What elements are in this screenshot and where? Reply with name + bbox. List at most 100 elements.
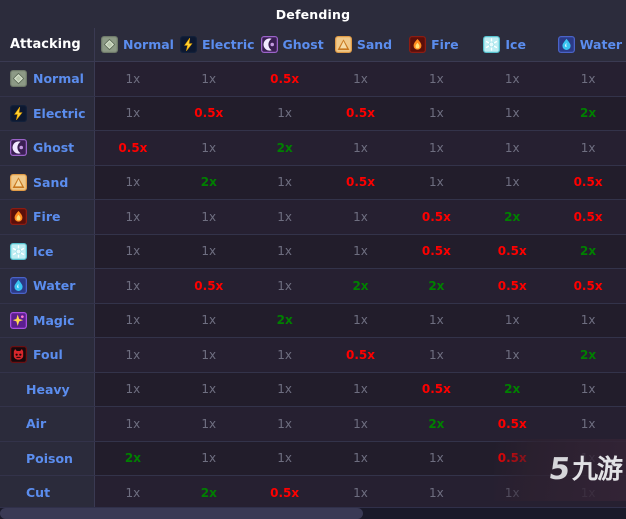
effectiveness-cell: 1x: [474, 476, 550, 510]
row-values: 1x 1x 1x 1x 0.5x 2x 1x: [95, 372, 626, 407]
effectiveness-value: 0.5x: [346, 106, 375, 121]
ghost-icon: [260, 36, 278, 53]
effectiveness-cell: 2x: [474, 373, 550, 407]
row-header-fire[interactable]: Fire: [0, 200, 95, 234]
effectiveness-cell: 1x: [323, 442, 399, 476]
row-header-heavy[interactable]: Heavy: [0, 372, 95, 406]
effectiveness-cell: 1x: [95, 338, 171, 372]
effectiveness-value: 1x: [428, 106, 444, 121]
table-body: Normal 1x 1x 0.5x 1x 1x 1x 1x Electric 1x 0.5x 1x 0.…: [0, 62, 626, 511]
effectiveness-value: 1x: [580, 71, 596, 86]
effectiveness-cell: 1x: [398, 442, 474, 476]
effectiveness-cell: 1x: [474, 62, 550, 96]
effectiveness-value: 1x: [353, 416, 368, 431]
effectiveness-cell: 0.5x: [171, 97, 247, 131]
row-header-water[interactable]: Water: [0, 269, 95, 303]
fire-icon: [409, 36, 427, 53]
effectiveness-cell: 1x: [550, 131, 626, 165]
effectiveness-value: 0.5x: [194, 106, 224, 121]
effectiveness-cell: 1x: [550, 407, 626, 441]
effectiveness-cell: 1x: [323, 304, 399, 338]
effectiveness-value: 1x: [353, 71, 368, 86]
effectiveness-value: 1x: [504, 140, 520, 155]
effectiveness-cell: 0.5x: [171, 269, 247, 303]
column-header-normal[interactable]: Normal: [95, 28, 174, 61]
effectiveness-value: 1x: [580, 313, 596, 328]
row-header-sand[interactable]: Sand: [0, 165, 95, 199]
effectiveness-cell: 0.5x: [550, 166, 626, 200]
table-header-row: Attacking Normal Electric Ghost Sand Fire Ice…: [0, 28, 626, 62]
effectiveness-value: 1x: [125, 71, 141, 86]
effectiveness-cell: 1x: [550, 442, 626, 476]
effectiveness-value: 0.5x: [270, 71, 300, 86]
column-header-sand[interactable]: Sand: [329, 28, 403, 61]
effectiveness-value: 1x: [125, 209, 141, 224]
horizontal-scrollbar[interactable]: [0, 507, 626, 519]
effectiveness-value: 1x: [428, 313, 444, 328]
row-header-ghost[interactable]: Ghost: [0, 131, 95, 165]
defending-title-bar: Defending: [0, 0, 626, 28]
effectiveness-cell: 2x: [474, 200, 550, 234]
effectiveness-value: 0.5x: [194, 278, 224, 293]
effectiveness-value: 0.5x: [421, 244, 451, 259]
effectiveness-cell: 1x: [247, 235, 323, 269]
column-header-ghost[interactable]: Ghost: [255, 28, 329, 61]
row-values: 1x 1x 1x 1x 0.5x 0.5x 2x: [95, 234, 626, 269]
row-header-foul[interactable]: Foul: [0, 338, 95, 372]
effectiveness-value: 1x: [125, 347, 141, 362]
effectiveness-cell: 2x: [247, 304, 323, 338]
row-header-label: Foul: [33, 347, 63, 363]
column-header-fire[interactable]: Fire: [403, 28, 477, 61]
effectiveness-cell: 2x: [398, 269, 474, 303]
effectiveness-cell: 1x: [323, 235, 399, 269]
effectiveness-value: 1x: [201, 71, 217, 86]
effectiveness-cell: 1x: [398, 62, 474, 96]
effectiveness-value: 1x: [125, 485, 141, 500]
column-header-label: Ghost: [282, 37, 324, 52]
effectiveness-cell: 1x: [95, 200, 171, 234]
effectiveness-cell: 1x: [247, 269, 323, 303]
effectiveness-value: 0.5x: [573, 278, 603, 293]
effectiveness-value: 2x: [504, 382, 521, 397]
row-header-poison[interactable]: Poison: [0, 441, 95, 475]
row-header-label: Electric: [33, 105, 86, 121]
effectiveness-cell: 1x: [474, 338, 550, 372]
row-header-label: Magic: [33, 312, 75, 328]
effectiveness-cell: 1x: [474, 304, 550, 338]
row-header-air[interactable]: Air: [0, 407, 95, 441]
effectiveness-value: 1x: [201, 347, 217, 362]
effectiveness-value: 1x: [580, 140, 596, 155]
effectiveness-value: 0.5x: [118, 140, 148, 155]
row-values: 1x 0.5x 1x 0.5x 1x 1x 2x: [95, 96, 626, 131]
column-header-label: Water: [579, 37, 623, 52]
row-header-magic[interactable]: Magic: [0, 303, 95, 337]
effectiveness-cell: 0.5x: [550, 269, 626, 303]
effectiveness-cell: 1x: [95, 235, 171, 269]
effectiveness-value: 1x: [201, 382, 217, 397]
effectiveness-value: 1x: [277, 451, 293, 466]
column-header-water[interactable]: Water: [552, 28, 626, 61]
effectiveness-value: 1x: [125, 313, 141, 328]
row-header-normal[interactable]: Normal: [0, 62, 95, 96]
effectiveness-table: Attacking Normal Electric Ghost Sand Fire Ice…: [0, 28, 626, 511]
effectiveness-value: 1x: [504, 175, 520, 190]
row-header-electric[interactable]: Electric: [0, 96, 95, 130]
scrollbar-thumb[interactable]: [0, 508, 364, 519]
effectiveness-value: 1x: [277, 347, 293, 362]
row-header-label: Normal: [33, 71, 84, 87]
effectiveness-cell: 0.5x: [323, 166, 399, 200]
effectiveness-value: 1x: [277, 106, 293, 121]
effectiveness-cell: 0.5x: [474, 235, 550, 269]
effectiveness-cell: 2x: [95, 442, 171, 476]
column-header-ice[interactable]: Ice: [477, 28, 551, 61]
effectiveness-cell: 1x: [550, 476, 626, 510]
table-row: Magic 1x 1x 2x 1x 1x 1x 1x: [0, 303, 626, 338]
table-row: Ghost 0.5x 1x 2x 1x 1x 1x 1x: [0, 131, 626, 166]
effectiveness-value: 1x: [428, 71, 444, 86]
row-header-cut[interactable]: Cut: [0, 476, 95, 510]
row-header-ice[interactable]: Ice: [0, 234, 95, 268]
row-values: 1x 1x 1x 1x 0.5x 2x 0.5x: [95, 200, 626, 234]
column-header-electric[interactable]: Electric: [174, 28, 255, 61]
effectiveness-cell: 1x: [171, 442, 247, 476]
row-header-label: Cut: [26, 485, 51, 501]
